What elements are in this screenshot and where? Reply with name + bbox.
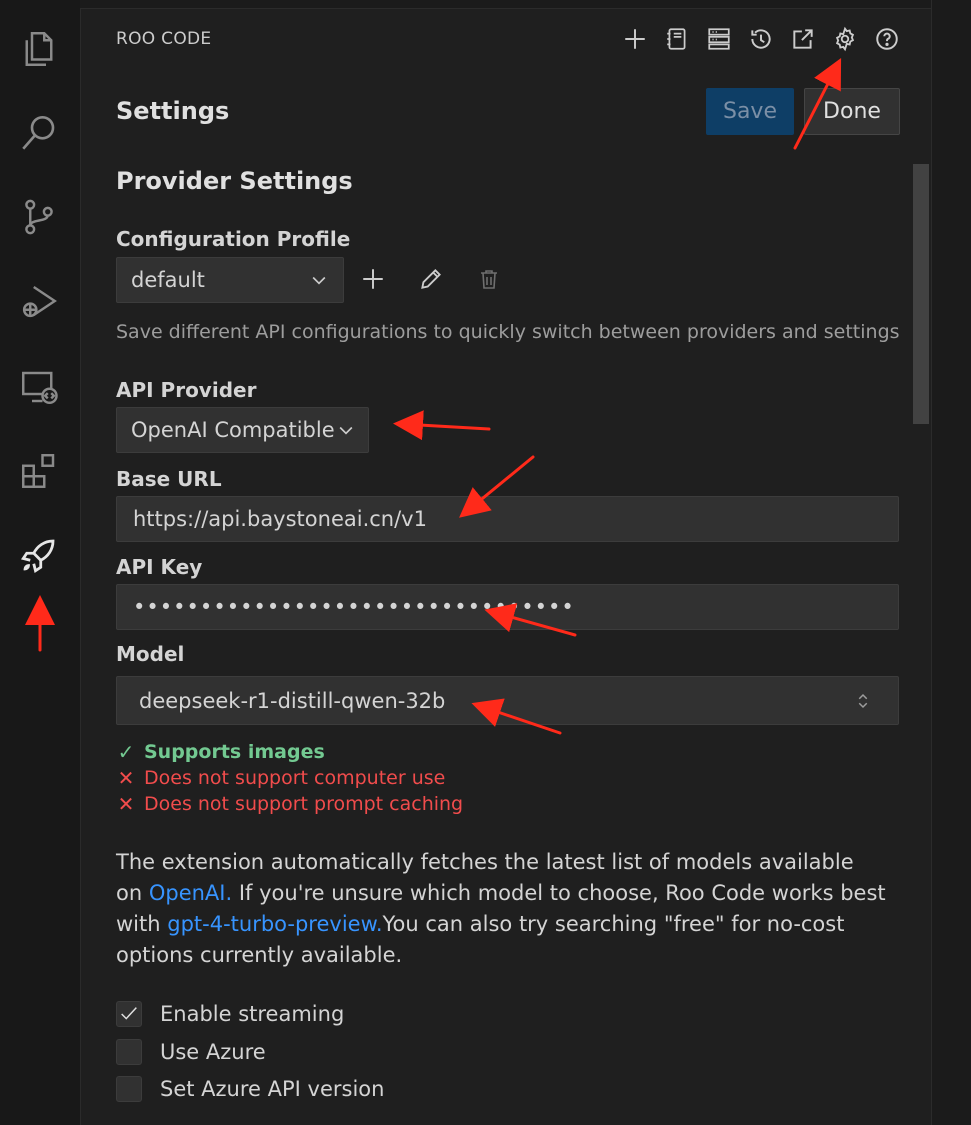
checkmark-icon [121, 1007, 137, 1020]
enable-streaming-checkbox[interactable] [116, 1001, 142, 1027]
up-down-chevron-icon [858, 693, 868, 709]
x-icon: ✕ [117, 766, 135, 790]
openai-link[interactable]: OpenAI. [149, 881, 232, 905]
panel-title: ROO CODE [116, 29, 212, 49]
api-key-value: ••••••••••••••••••••••••••••••••• [133, 595, 575, 619]
api-provider-value: OpenAI Compatible [131, 418, 335, 442]
model-value: deepseek-r1-distill-qwen-32b [139, 688, 446, 713]
scrollbar-thumb[interactable] [913, 164, 929, 424]
server-icon[interactable] [705, 25, 733, 53]
explorer-icon[interactable] [16, 26, 62, 72]
model-label: Model [116, 642, 185, 666]
profile-description: Save different API configurations to qui… [116, 321, 900, 343]
profile-actions [359, 265, 503, 293]
top-border [80, 0, 931, 9]
api-key-input[interactable]: ••••••••••••••••••••••••••••••••• [116, 584, 899, 630]
azure-api-version-option[interactable]: Set Azure API version [116, 1076, 384, 1102]
gear-icon[interactable] [831, 25, 859, 53]
provider-settings-heading: Provider Settings [116, 167, 353, 195]
right-edge [931, 0, 971, 1125]
help-icon[interactable] [873, 25, 901, 53]
capability-computer-use: ✕ Does not support computer use [117, 766, 446, 790]
add-profile-icon[interactable] [359, 265, 387, 293]
azure-api-version-checkbox[interactable] [116, 1076, 142, 1102]
remote-explorer-icon[interactable] [16, 364, 62, 410]
gpt-4-turbo-link[interactable]: gpt-4-turbo-preview. [167, 912, 382, 936]
capability-prompt-caching: ✕ Does not support prompt caching [117, 792, 464, 816]
done-button[interactable]: Done [804, 88, 900, 135]
model-combobox[interactable]: deepseek-r1-distill-qwen-32b [116, 676, 899, 725]
capability-images: ✓ Supports images [117, 740, 325, 764]
panel-toolbar [621, 25, 901, 55]
x-icon: ✕ [117, 792, 135, 816]
chevron-down-icon [339, 426, 353, 435]
settings-title: Settings [116, 97, 230, 125]
use-azure-checkbox[interactable] [116, 1039, 142, 1065]
delete-profile-icon[interactable] [475, 265, 503, 293]
notebook-icon[interactable] [663, 25, 691, 53]
model-info-paragraph: The extension automatically fetches the … [116, 850, 886, 967]
save-button[interactable]: Save [706, 88, 794, 135]
search-icon[interactable] [16, 110, 62, 156]
config-profile-value: default [131, 268, 205, 292]
edit-profile-icon[interactable] [417, 265, 445, 293]
api-provider-label: API Provider [116, 378, 257, 402]
config-profile-select[interactable]: default [116, 257, 344, 303]
popout-icon[interactable] [789, 25, 817, 53]
config-profile-label: Configuration Profile [116, 227, 351, 251]
api-provider-select[interactable]: OpenAI Compatible [116, 407, 369, 453]
chevron-down-icon [312, 276, 326, 285]
run-debug-icon[interactable] [16, 278, 62, 324]
enable-streaming-option[interactable]: Enable streaming [116, 1001, 344, 1027]
check-icon: ✓ [117, 740, 135, 764]
api-key-label: API Key [116, 555, 203, 579]
use-azure-option[interactable]: Use Azure [116, 1039, 266, 1065]
base-url-value: https://api.baystoneai.cn/v1 [133, 507, 427, 531]
base-url-input[interactable]: https://api.baystoneai.cn/v1 [116, 496, 899, 542]
history-icon[interactable] [747, 25, 775, 53]
roo-code-panel: ROO CODE Settings Save Done Provider Set… [81, 9, 931, 1125]
vscode-window: ROO CODE Settings Save Done Provider Set… [0, 0, 971, 1125]
extensions-icon[interactable] [16, 448, 62, 494]
activity-bar [0, 0, 81, 1125]
plus-icon[interactable] [621, 25, 649, 53]
roo-rocket-icon[interactable] [16, 532, 62, 578]
base-url-label: Base URL [116, 467, 222, 491]
source-control-icon[interactable] [16, 194, 62, 240]
